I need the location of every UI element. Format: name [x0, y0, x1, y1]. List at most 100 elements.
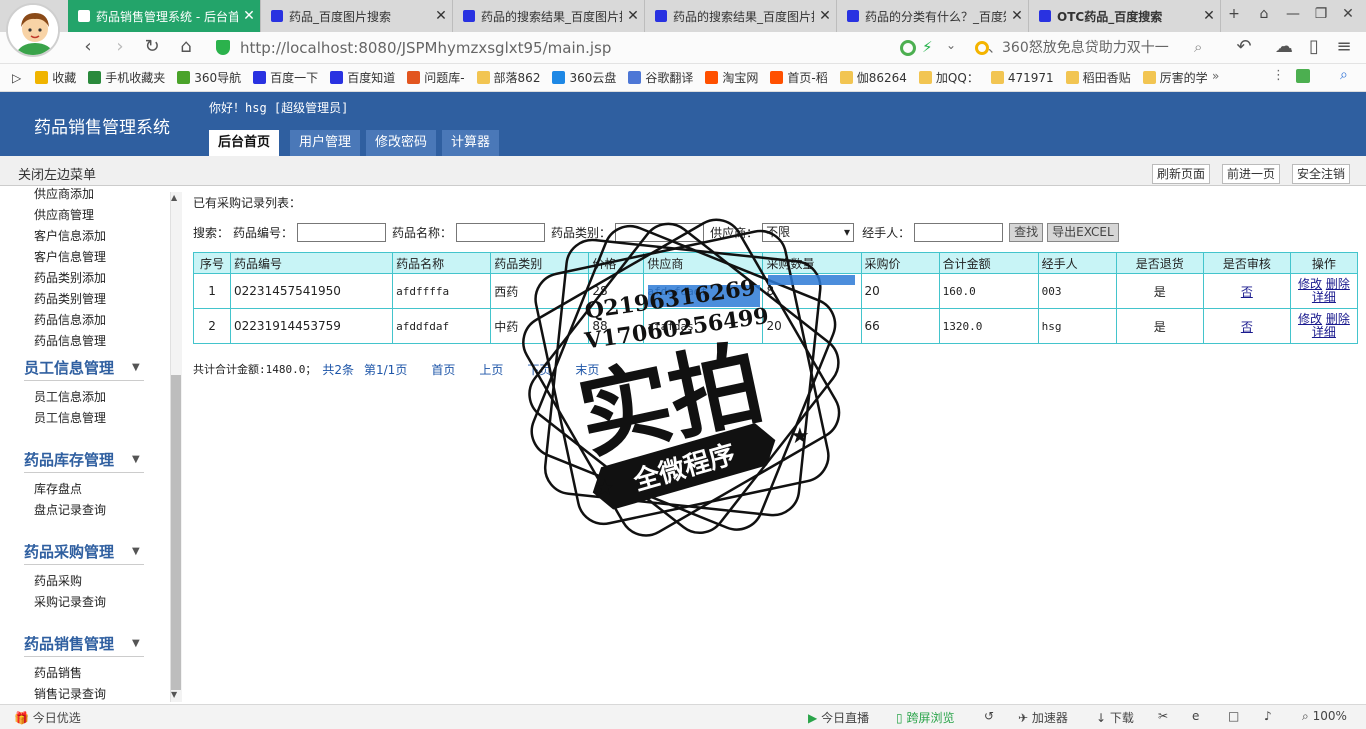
sidebar-item[interactable]: 员工信息添加 — [34, 388, 106, 405]
cell-audited[interactable]: 否 — [1202, 273, 1291, 309]
sidebar-group-title[interactable]: 药品销售管理 — [24, 633, 114, 654]
bookmark-item[interactable]: 手机收藏夹 — [88, 69, 165, 86]
browser-tab[interactable]: 药品销售管理系统 - 后台首页 ✕ — [68, 0, 261, 32]
phone-sync-icon[interactable]: ▯ — [1302, 36, 1326, 60]
sidebar-item[interactable]: 客户信息添加 — [34, 227, 106, 244]
menu-icon[interactable]: ≡ — [1332, 36, 1356, 60]
volume-icon[interactable]: ♪ — [1264, 709, 1272, 723]
sidebar-item[interactable]: 采购记录查询 — [34, 593, 106, 610]
new-tab-button[interactable]: + — [1222, 6, 1246, 26]
close-tab-icon[interactable]: ✕ — [430, 8, 452, 24]
close-tab-icon[interactable]: ✕ — [622, 8, 644, 24]
close-tab-icon[interactable]: ✕ — [814, 8, 836, 24]
back-arrow-icon[interactable]: ‹ — [76, 36, 100, 60]
close-tab-icon[interactable]: ✕ — [1006, 8, 1028, 24]
tab-home[interactable]: 后台首页 — [209, 130, 280, 156]
bookmark-item[interactable]: 稻田香贴 — [1065, 69, 1131, 86]
maximize-button[interactable]: ❐ — [1309, 6, 1333, 26]
sidebar-item[interactable]: 药品类别添加 — [34, 269, 106, 286]
chevron-down-icon[interactable]: ▼ — [132, 362, 140, 373]
ie-mode-icon[interactable]: e — [1192, 709, 1199, 723]
prev-page-link[interactable]: 上页 — [479, 361, 503, 377]
bookmark-item[interactable]: 谷歌翻译 — [628, 69, 693, 86]
sidebar-item[interactable]: 盘点记录查询 — [34, 501, 106, 518]
bookmark-item[interactable]: 部落862 — [476, 69, 540, 86]
sidebar-group-title[interactable]: 药品库存管理 — [24, 449, 114, 470]
window-icon[interactable]: □ — [1228, 709, 1239, 723]
user-avatar-icon[interactable] — [6, 3, 60, 57]
sidebar-item[interactable]: 供应商管理 — [34, 206, 94, 223]
browser-tab[interactable]: 药品的搜索结果_百度图片搜索✕ — [645, 0, 837, 32]
bookmark-item[interactable]: 加QQ： — [918, 69, 979, 86]
sidebar-item[interactable]: 药品信息管理 — [34, 332, 106, 349]
sidebar-item[interactable]: 药品销售 — [34, 664, 82, 681]
apps-grid-icon[interactable] — [1296, 69, 1310, 83]
bookmark-item[interactable]: 淘宝网 — [705, 69, 758, 86]
browser-tab[interactable]: 药品的分类有什么？_百度知道✕ — [837, 0, 1029, 32]
browser-tab[interactable]: OTC药品_百度搜索 ✕ — [1029, 0, 1221, 32]
search-icon[interactable]: ⌕ — [1194, 38, 1202, 56]
sidebar-item[interactable]: 供应商添加 — [34, 187, 94, 202]
bookmark-item[interactable]: 厉害的学 — [1142, 69, 1208, 86]
bookmark-item[interactable]: 收藏 — [35, 69, 76, 86]
downloads[interactable]: ↓ 下载 — [1096, 709, 1134, 726]
close-tab-icon[interactable]: ✕ — [238, 8, 260, 24]
detail-link[interactable]: 详细 — [1312, 325, 1336, 339]
handler-input[interactable] — [914, 222, 1004, 242]
cloud-icon[interactable]: ☁ — [1272, 36, 1296, 60]
delete-link[interactable]: 删除 — [1326, 312, 1350, 326]
sidebar-item[interactable]: 客户信息管理 — [34, 248, 106, 265]
find-button[interactable]: 查找 — [1009, 222, 1044, 242]
minimize-button[interactable]: — — [1281, 6, 1305, 26]
reload-icon[interactable]: ↻ — [140, 36, 164, 60]
restore-tabs-icon[interactable]: ⌂ — [1252, 6, 1276, 26]
bookmark-item[interactable]: 360云盘 — [552, 69, 616, 86]
chevron-down-icon[interactable]: ▼ — [132, 546, 140, 557]
audit-link[interactable]: 否 — [1241, 320, 1253, 334]
edit-link[interactable]: 修改 — [1298, 277, 1322, 291]
accelerator[interactable]: ✈ 加速器 — [1018, 709, 1068, 726]
screenshot-icon[interactable]: ✂ — [1158, 709, 1168, 723]
sidebar-item[interactable]: 库存盘点 — [34, 480, 82, 497]
sidebar-item[interactable]: 销售记录查询 — [34, 685, 106, 702]
zoom-search-icon[interactable]: ⌕ — [1340, 67, 1348, 83]
export-excel-button[interactable]: 导出EXCEL — [1047, 222, 1119, 242]
more-bookmarks-icon[interactable]: » — [1212, 69, 1219, 83]
bookmark-item[interactable]: 百度知道 — [330, 69, 395, 86]
sidebar-group-title[interactable]: 药品采购管理 — [24, 541, 114, 562]
cell-audited[interactable]: 否 — [1202, 308, 1291, 344]
bookmark-item[interactable]: 伽86264 — [839, 69, 907, 86]
today-live[interactable]: ▶ 今日直播 — [808, 709, 869, 726]
chevron-down-icon[interactable]: ▼ — [132, 638, 140, 649]
zoom-level[interactable]: ⌕ 100% — [1302, 709, 1347, 724]
sidebar-scroll-thumb[interactable] — [171, 375, 181, 690]
bookmark-item[interactable]: 360导航 — [177, 69, 241, 86]
close-left-menu-link[interactable]: 关闭左边菜单 — [18, 164, 96, 183]
bookmark-item[interactable]: 首页-稻 — [770, 69, 828, 86]
audit-link[interactable]: 否 — [1241, 285, 1253, 299]
sidebar-toggle-icon[interactable]: ▷ — [12, 71, 21, 85]
more-vertical-icon[interactable]: ⋮ — [1272, 68, 1285, 83]
history-icon[interactable]: ↺ — [984, 709, 994, 723]
first-page-link[interactable]: 首页 — [431, 361, 455, 377]
refresh-page-button[interactable]: 刷新页面 — [1152, 164, 1211, 184]
sidebar-item[interactable]: 药品类别管理 — [34, 290, 106, 307]
tab-calculator[interactable]: 计算器 — [442, 130, 500, 156]
search-input[interactable]: 、360怒放免息贷助力双十一 — [968, 36, 1218, 60]
tab-change-password[interactable]: 修改密码 — [366, 130, 437, 156]
sidebar-item[interactable]: 药品信息添加 — [34, 311, 106, 328]
bookmark-item[interactable]: 问题库- — [407, 69, 465, 86]
delete-link[interactable]: 删除 — [1326, 277, 1350, 291]
logout-button[interactable]: 安全注销 — [1292, 164, 1351, 184]
home-icon[interactable]: ⌂ — [174, 36, 198, 60]
chevron-down-icon[interactable]: ▼ — [132, 454, 140, 465]
refresh-accel-icon[interactable] — [900, 40, 916, 56]
bookmark-item[interactable]: 百度一下 — [253, 69, 318, 86]
chevron-down-icon[interactable]: ⌄ — [946, 38, 956, 52]
today-picks[interactable]: 🎁 今日优选 — [14, 709, 81, 726]
close-tab-icon[interactable]: ✕ — [1198, 8, 1220, 24]
browser-tab[interactable]: 药品的搜索结果_百度图片搜索✕ — [453, 0, 645, 32]
scroll-up-arrow-icon[interactable]: ▲ — [171, 193, 177, 202]
cross-screen-browse[interactable]: ▯ 跨屏浏览 — [896, 709, 954, 726]
drug-code-input[interactable] — [297, 222, 387, 242]
